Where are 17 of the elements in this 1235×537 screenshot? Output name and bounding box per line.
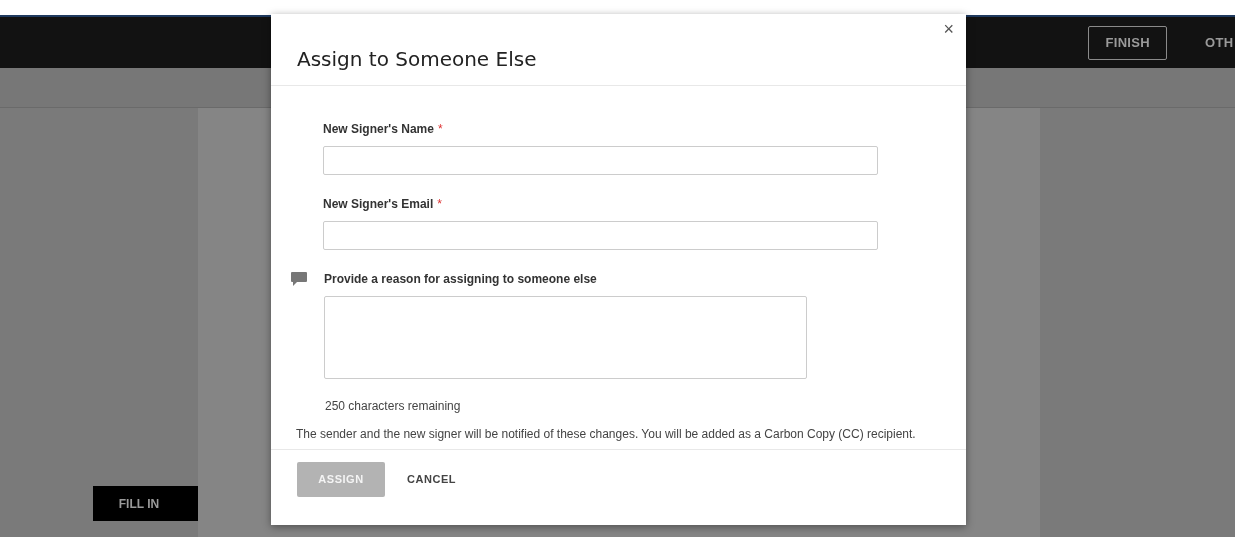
- required-mark: *: [437, 196, 442, 213]
- finish-button[interactable]: FINISH: [1088, 25, 1167, 60]
- reason-field[interactable]: [324, 296, 807, 379]
- input-field[interactable]: [323, 146, 878, 175]
- reason-label: Provide a reason for assigning to someone else: [324, 271, 597, 288]
- cancel-button[interactable]: CANCEL: [405, 462, 459, 497]
- comment-icon: [291, 271, 307, 287]
- input-field[interactable]: [323, 221, 878, 250]
- required-mark: *: [437, 121, 443, 138]
- dialog-title: Assign to Someone Else: [297, 46, 537, 73]
- other-button[interactable]: OTH: [1205, 32, 1235, 53]
- field-label: New Signer's Email: [323, 196, 434, 213]
- field-label: New Signer's Name: [323, 121, 434, 138]
- close-button[interactable]: ×: [943, 20, 954, 38]
- character-counter: 250 characters remaining: [325, 398, 462, 415]
- notice-text: The sender and the new signer will be notified of these changes. You will be added as a Carbon Copy (CC) recipient.: [296, 427, 917, 441]
- fill-in-tag[interactable]: FILL IN: [93, 486, 198, 521]
